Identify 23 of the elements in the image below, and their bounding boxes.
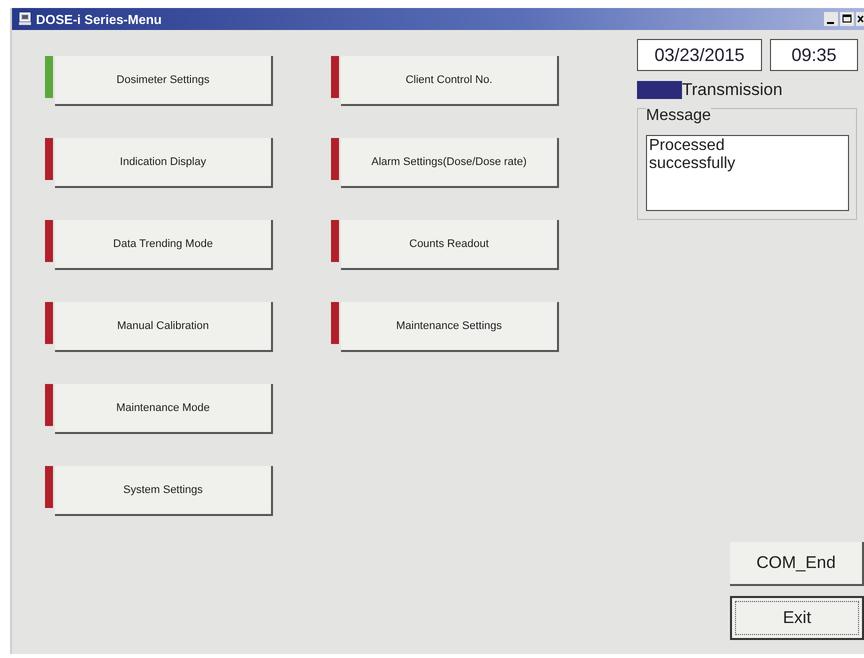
menu-button[interactable]: Manual Calibration	[55, 302, 273, 352]
menu-button[interactable]: Maintenance Settings	[341, 302, 559, 352]
date-field: 03/23/2015	[637, 39, 762, 71]
group-title: Message	[646, 107, 711, 125]
transmission-label: Transmission	[682, 80, 782, 100]
menu-button[interactable]: Dosimeter Settings	[55, 56, 273, 106]
maximize-icon[interactable]	[840, 12, 854, 26]
window-title: DOSE-i Series-Menu	[36, 12, 162, 26]
message-text: Processed successfully	[646, 135, 849, 211]
menu-button[interactable]: System Settings	[55, 466, 273, 516]
menu-button[interactable]: Data Trending Mode	[55, 220, 273, 270]
action-button[interactable]: COM_End	[730, 542, 864, 586]
action-button[interactable]: Exit	[730, 596, 864, 640]
computer-icon	[18, 12, 32, 26]
time-field: 09:35	[770, 39, 858, 71]
menu-button[interactable]: Counts Readout	[341, 220, 559, 270]
close-icon[interactable]	[856, 12, 864, 26]
transmission-indicator	[637, 81, 682, 99]
menu-button[interactable]: Client Control No.	[341, 56, 559, 106]
menu-button[interactable]: Maintenance Mode	[55, 384, 273, 434]
menu-button[interactable]: Indication Display	[55, 138, 273, 188]
minimize-icon[interactable]	[824, 12, 838, 26]
menu-button[interactable]: Alarm Settings(Dose/Dose rate)	[341, 138, 559, 188]
